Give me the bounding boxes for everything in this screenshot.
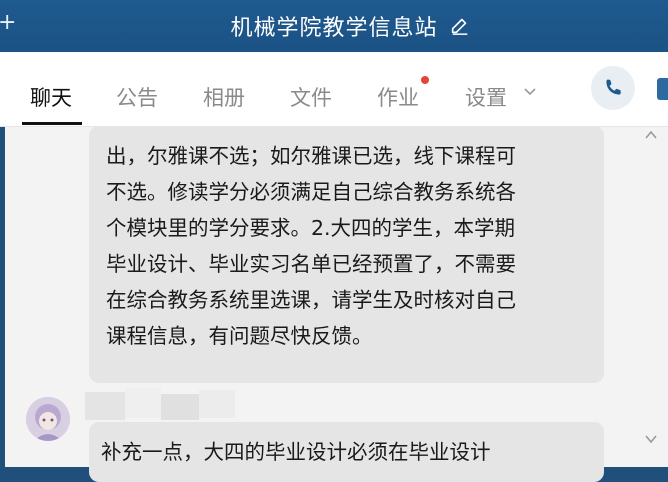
sender-name-blurred [85, 388, 235, 420]
chevron-up-icon[interactable] [644, 128, 658, 142]
message-text-partial: 补充一点，大四的毕业设计必须在毕业设计 [101, 440, 491, 464]
message-line: 出，尔雅课不选；如尔雅课已选，线下课程可 [106, 144, 516, 168]
tab-files[interactable]: 文件 [290, 82, 332, 112]
message-line: 课程信息，有问题尽快反馈。 [106, 324, 373, 348]
tab-chat[interactable]: 聊天 [30, 82, 72, 112]
edit-pencil-icon[interactable] [449, 14, 471, 36]
chevron-down-icon[interactable] [523, 86, 537, 96]
window-title: 机械学院教学信息站 [230, 16, 438, 41]
message-line: 个模块里的学分要求。2.大四的学生，本学期 [106, 216, 516, 240]
tab-bar: 聊天 公告 相册 文件 作业 设置 [0, 52, 668, 127]
message-bubble: 出，尔雅课不选；如尔雅课已选，线下课程可 不选。修读学分必须满足自己综合教务系统… [89, 126, 604, 383]
tab-homework[interactable]: 作业 [377, 82, 419, 112]
message-line: 毕业设计、毕业实习名单已经预置了，不需要 [106, 252, 516, 276]
notification-dot [421, 76, 429, 84]
avatar-image [26, 397, 70, 441]
tab-album[interactable]: 相册 [203, 82, 245, 112]
tab-settings[interactable]: 设置 [465, 82, 507, 112]
phone-icon [606, 79, 621, 95]
avatar[interactable] [26, 397, 70, 441]
active-tab-indicator [22, 122, 82, 125]
chevron-down-icon[interactable] [644, 432, 658, 446]
side-panel-icon[interactable] [657, 78, 668, 100]
tab-announcements[interactable]: 公告 [116, 82, 158, 112]
message-bubble: 补充一点，大四的毕业设计必须在毕业设计 [89, 422, 604, 482]
title-bar: + 机械学院教学信息站 [0, 0, 668, 52]
message-line: 在综合教务系统里选课，请学生及时核对自己 [106, 288, 516, 312]
message-line: 不选。修读学分必须满足自己综合教务系统各 [106, 180, 516, 204]
message-text: 出，尔雅课不选；如尔雅课已选，线下课程可 不选。修读学分必须满足自己综合教务系统… [106, 138, 596, 354]
call-button[interactable] [591, 66, 635, 110]
